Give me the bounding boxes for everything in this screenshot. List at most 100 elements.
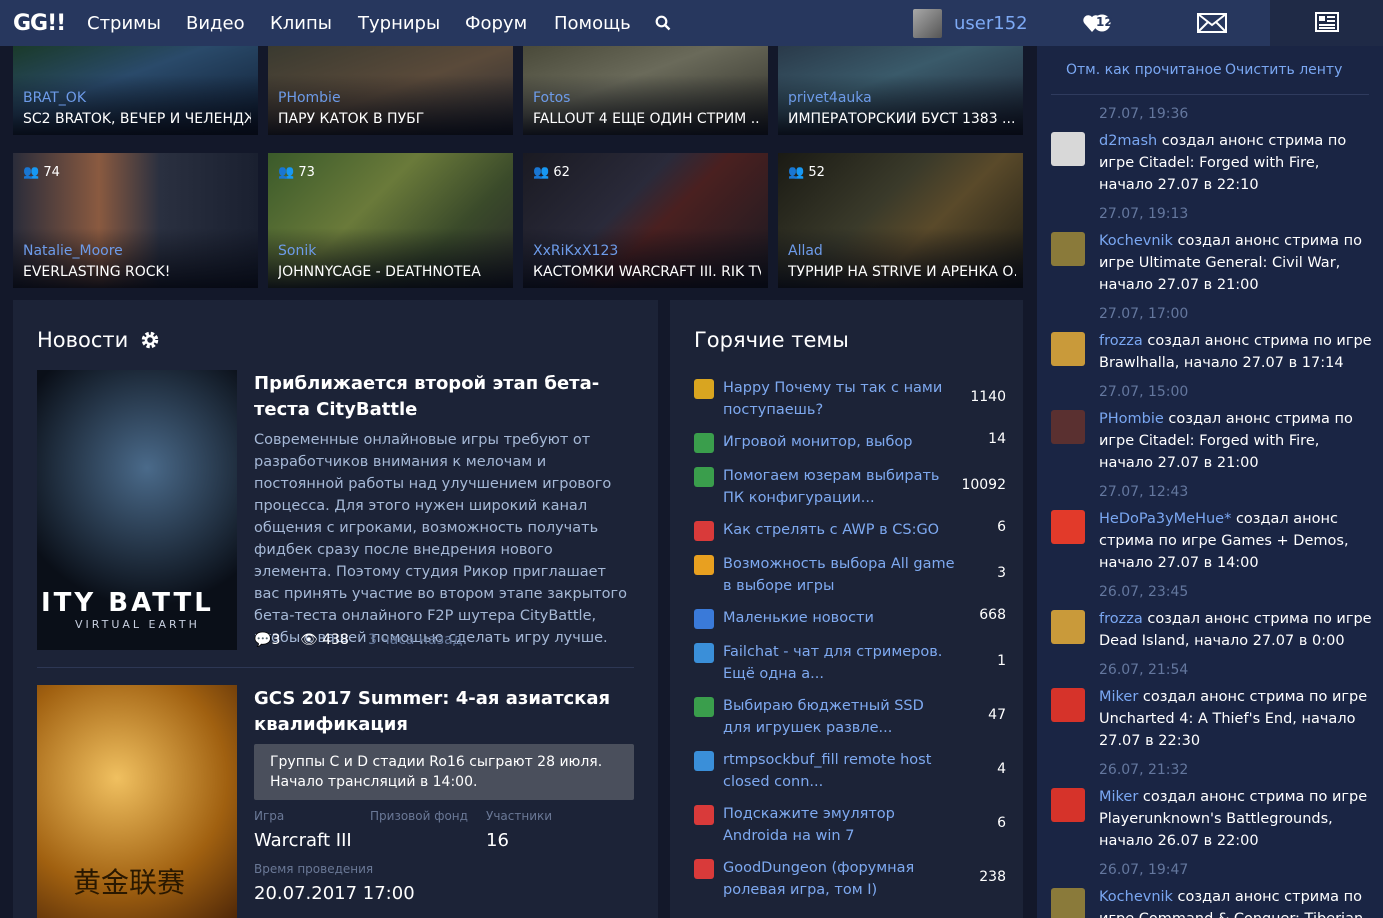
hot-topic-item[interactable]: Возможность выбора All game в выборе игр…: [694, 553, 1006, 601]
feed-username[interactable]: HeDoPa3yMeHue*: [1099, 511, 1231, 527]
feed-avatar[interactable]: [1051, 132, 1085, 166]
hot-topic-item[interactable]: rtmpsockbuf_fill remote host closed conn…: [694, 749, 1006, 797]
feed-text: создал анонс стрима по игре Uncharted 4:…: [1099, 689, 1368, 749]
news-image[interactable]: 黄金联赛: [37, 685, 237, 918]
prize-label: Призовой фонд: [370, 809, 468, 823]
users-icon: 👥: [788, 165, 805, 180]
stream-card[interactable]: 👥 52 Allad ТУРНИР НА STRIVE И АРЕНКА О..…: [778, 153, 1023, 288]
feed-entry: frozza создал анонс стрима по игре Brawl…: [1099, 330, 1374, 374]
stream-card[interactable]: Fotos FALLOUT 4 ЕЩЕ ОДИН СТРИМ ...: [523, 46, 768, 135]
feed-divider: [1051, 94, 1369, 95]
megaphone-icon: [694, 521, 714, 541]
stream-author[interactable]: XxRiKxX123: [533, 243, 618, 259]
stream-author[interactable]: BRAT_OK: [23, 90, 86, 106]
hardware-icon: [694, 433, 714, 453]
stream-card[interactable]: BRAT_OK SC2 BRATOK, ВЕЧЕР И ЧЕЛЕНДЖ: [13, 46, 258, 135]
hot-topic-label[interactable]: Failchat - чат для стримеров. Ещё одна а…: [723, 641, 955, 685]
feed-username[interactable]: Miker: [1099, 789, 1138, 805]
feed-avatar[interactable]: [1051, 332, 1085, 366]
gear-icon[interactable]: [140, 330, 160, 350]
viewer-count: 👥 62: [533, 165, 570, 180]
news-title[interactable]: GCS 2017 Summer: 4-ая азиатская квалифик…: [254, 686, 634, 738]
news-heading: Новости: [37, 328, 129, 352]
notifications-button[interactable]: 12: [1083, 12, 1117, 34]
feed-date: 26.07, 23:45: [1099, 584, 1189, 600]
username-link[interactable]: user152: [954, 13, 1028, 34]
hot-topic-item[interactable]: Happy Почему ты так с нами поступаешь? 11…: [694, 377, 1006, 425]
hot-topic-label[interactable]: Выбираю бюджетный SSD для игрушек развле…: [723, 695, 955, 739]
hot-topic-label[interactable]: Возможность выбора All game в выборе игр…: [723, 553, 955, 597]
stream-card[interactable]: 👥 74 Natalie_Moore EVERLASTING ROCK!: [13, 153, 258, 288]
feed-username[interactable]: Miker: [1099, 689, 1138, 705]
user-avatar[interactable]: [913, 9, 942, 38]
news-image[interactable]: ITY BATTL VIRTUAL EARTH: [37, 370, 237, 650]
feed-sidebar: Отм. как прочитаное Очистить ленту 27.07…: [1037, 46, 1383, 918]
nav-streams[interactable]: Стримы: [87, 13, 161, 34]
window-icon: [694, 643, 714, 663]
stream-author[interactable]: PHombie: [278, 90, 341, 106]
stream-card[interactable]: 👥 73 Sonik JOHNNYCAGE - DEATHNOTEA: [268, 153, 513, 288]
hot-topic-label[interactable]: Подскажите эмулятор Androida на win 7: [723, 803, 955, 847]
feed-entry: Kochevnik создал анонс стрима по игре Co…: [1099, 886, 1374, 918]
comment-count[interactable]: 💬3: [254, 632, 280, 648]
mail-icon[interactable]: [1197, 12, 1227, 34]
hot-topic-item[interactable]: Выбираю бюджетный SSD для игрушек развле…: [694, 695, 1006, 743]
stream-author[interactable]: Natalie_Moore: [23, 243, 123, 259]
feed-username[interactable]: frozza: [1099, 333, 1143, 349]
stream-author[interactable]: privet4auka: [788, 90, 872, 106]
stream-title: FALLOUT 4 ЕЩЕ ОДИН СТРИМ ...: [533, 111, 761, 127]
feed-username[interactable]: Kochevnik: [1099, 889, 1173, 905]
feed-date: 26.07, 19:47: [1099, 862, 1189, 878]
feed-avatar[interactable]: [1051, 610, 1085, 644]
feed-toggle-button[interactable]: [1270, 0, 1383, 46]
feed-avatar[interactable]: [1051, 788, 1085, 822]
news-title[interactable]: Приближается второй этап бета-теста City…: [254, 371, 634, 423]
search-icon[interactable]: [655, 15, 671, 31]
feed-username[interactable]: PHombie: [1099, 411, 1164, 427]
hot-topic-label[interactable]: Как стрелять с AWP в CS:GO: [723, 519, 955, 541]
hot-topic-label[interactable]: rtmpsockbuf_fill remote host closed conn…: [723, 749, 955, 793]
clear-feed-button[interactable]: Очистить ленту: [1225, 62, 1342, 78]
feed-username[interactable]: d2mash: [1099, 133, 1157, 149]
feed-entry: d2mash создал анонс стрима по игре Citad…: [1099, 130, 1374, 196]
hot-topic-label[interactable]: Happy Почему ты так с нами поступаешь?: [723, 377, 955, 421]
site-logo[interactable]: GG!!: [13, 11, 66, 36]
warcraft-icon: [694, 379, 714, 399]
feed-avatar[interactable]: [1051, 410, 1085, 444]
feed-text: создал анонс стрима по игре Playerunknow…: [1099, 789, 1368, 849]
feed-username[interactable]: frozza: [1099, 611, 1143, 627]
nav-clips[interactable]: Клипы: [270, 13, 332, 34]
hot-topic-item[interactable]: Помогаем юзерам выбирать ПК конфигурации…: [694, 465, 1006, 513]
date-value: 20.07.2017 17:00: [254, 883, 415, 904]
nav-tournaments[interactable]: Турниры: [358, 13, 440, 34]
hot-topic-label[interactable]: GoodDungeon (форумная ролевая игра, том …: [723, 857, 955, 901]
feed-avatar[interactable]: [1051, 688, 1085, 722]
hot-topic-item[interactable]: GoodDungeon (форумная ролевая игра, том …: [694, 857, 1006, 905]
feed-avatar[interactable]: [1051, 232, 1085, 266]
nav-help[interactable]: Помощь: [554, 13, 631, 34]
window-icon: [694, 751, 714, 771]
nav-videos[interactable]: Видео: [186, 13, 245, 34]
hot-topic-label[interactable]: Игровой монитор, выбор: [723, 431, 955, 453]
feed-avatar[interactable]: [1051, 510, 1085, 544]
viewer-count: 👥 73: [278, 165, 315, 180]
stream-title: КАСТОМКИ WARCRAFT III. RIK TV.: [533, 264, 761, 280]
stream-card[interactable]: 👥 62 XxRiKxX123 КАСТОМКИ WARCRAFT III. R…: [523, 153, 768, 288]
stream-card[interactable]: privet4auka ИМПЕРАТОРСКИЙ БУСТ 1383 ...: [778, 46, 1023, 135]
mark-read-button[interactable]: Отм. как прочитаное: [1066, 62, 1222, 78]
nav-forum[interactable]: Форум: [465, 13, 527, 34]
stream-card[interactable]: PHombie ПАРУ КАТОК В ПУБГ: [268, 46, 513, 135]
hot-topic-count: 1: [997, 653, 1006, 669]
stream-author[interactable]: Fotos: [533, 90, 570, 106]
hot-topic-label[interactable]: Маленькие новости: [723, 607, 955, 629]
hot-topic-label[interactable]: Помогаем юзерам выбирать ПК конфигурации…: [723, 465, 955, 509]
stream-author[interactable]: Sonik: [278, 243, 316, 259]
stream-title: ИМПЕРАТОРСКИЙ БУСТ 1383 ...: [788, 111, 1016, 127]
hot-topic-item[interactable]: Failchat - чат для стримеров. Ещё одна а…: [694, 641, 1006, 689]
hot-topic-count: 1140: [970, 389, 1006, 405]
feed-avatar[interactable]: [1051, 888, 1085, 918]
stream-author[interactable]: Allad: [788, 243, 823, 259]
hot-topic-item[interactable]: Подскажите эмулятор Androida на win 7 6: [694, 803, 1006, 851]
feed-username[interactable]: Kochevnik: [1099, 233, 1173, 249]
news-image-caption: ITY BATTL: [41, 588, 214, 618]
